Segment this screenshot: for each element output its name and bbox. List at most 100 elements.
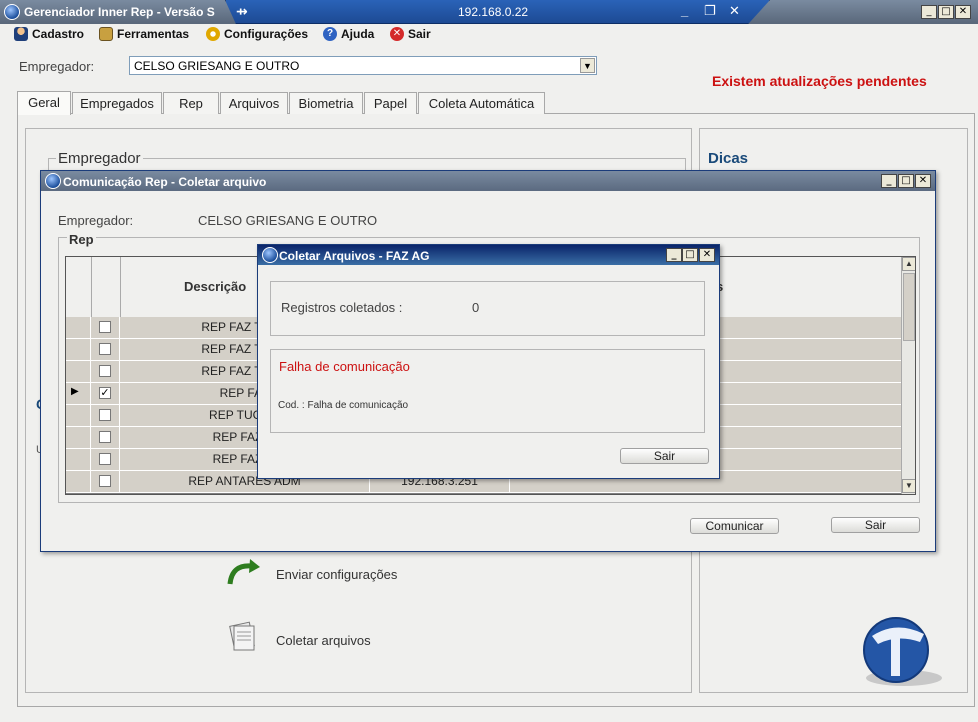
- tab-rep[interactable]: Rep: [163, 92, 219, 114]
- collect-dialog: Coletar Arquivos - FAZ AG _ □ ✕ Registro…: [257, 244, 720, 479]
- remote-desktop-bar: ⇸ 192.168.0.22 _ ❐ ✕: [225, 0, 770, 24]
- records-value: 0: [472, 300, 480, 315]
- comm-sair-button[interactable]: Sair: [831, 517, 920, 533]
- error-box: Falha de comunicação Cod. : Falha de com…: [270, 349, 705, 433]
- row-checkbox[interactable]: [99, 453, 111, 465]
- menu-cadastro[interactable]: Cadastro: [14, 27, 84, 41]
- rdp-restore-button[interactable]: ❐: [704, 3, 716, 19]
- pin-icon[interactable]: ⇸: [236, 3, 248, 20]
- row-indicator[interactable]: [66, 449, 91, 470]
- comm-dialog-title: Comunicação Rep - Coletar arquivo: [63, 175, 267, 189]
- rdp-minimize-button[interactable]: _: [681, 3, 688, 18]
- row-checkbox-cell: ✓: [91, 383, 120, 404]
- collect-dialog-title: Coletar Arquivos - FAZ AG: [279, 249, 430, 263]
- minimize-button[interactable]: _: [921, 5, 937, 19]
- menu-ajuda[interactable]: ? Ajuda: [323, 27, 374, 41]
- tab-empregados[interactable]: Empregados: [72, 92, 162, 114]
- row-checkbox-cell: [91, 339, 120, 360]
- error-detail: Cod. : Falha de comunicação: [278, 400, 409, 411]
- records-box: Registros coletados : 0: [270, 281, 705, 336]
- row-checkbox-cell: [91, 361, 120, 382]
- send-config-action[interactable]: Enviar configurações: [276, 567, 397, 582]
- comm-dialog-titlebar: Comunicação Rep - Coletar arquivo _ □ ✕: [41, 171, 935, 191]
- row-indicator[interactable]: ▶: [66, 383, 91, 404]
- rdp-close-button[interactable]: ✕: [729, 3, 740, 19]
- tab-biometria[interactable]: Biometria: [289, 92, 363, 114]
- row-indicator[interactable]: [66, 339, 91, 360]
- grid-scrollbar[interactable]: ▲ ▼: [901, 257, 915, 494]
- row-indicator[interactable]: [66, 361, 91, 382]
- row-indicator[interactable]: [66, 405, 91, 426]
- updates-notice[interactable]: Existem atualizações pendentes: [712, 73, 927, 89]
- row-checkbox[interactable]: [99, 365, 111, 377]
- app-logo-icon: [4, 4, 20, 20]
- collect-files-icon[interactable]: [226, 620, 260, 656]
- comm-close-button[interactable]: ✕: [915, 174, 931, 188]
- help-icon: ?: [323, 27, 337, 41]
- comm-employer-value: CELSO GRIESANG E OUTRO: [198, 213, 378, 228]
- collect-files-action[interactable]: Coletar arquivos: [276, 633, 371, 648]
- rep-group-title: Rep: [67, 232, 96, 247]
- comm-minimize-button[interactable]: _: [881, 174, 897, 188]
- menu-label: Configurações: [224, 27, 309, 41]
- row-checkbox-cell: [91, 405, 120, 426]
- collect-close-button[interactable]: ✕: [699, 248, 715, 262]
- company-logo: [858, 612, 948, 688]
- menu-sair[interactable]: ✕ Sair: [390, 27, 431, 41]
- row-checkbox[interactable]: [99, 475, 111, 487]
- comunicar-button[interactable]: Comunicar: [690, 518, 779, 534]
- row-checkbox[interactable]: [99, 343, 111, 355]
- tips-title: Dicas: [708, 150, 749, 167]
- row-checkbox-cell: [91, 471, 120, 492]
- empregador-group-title: Empregador: [56, 150, 143, 167]
- scroll-up-arrow[interactable]: ▲: [902, 257, 915, 271]
- menu-label: Ajuda: [341, 27, 375, 41]
- collect-maximize-button[interactable]: □: [682, 248, 698, 262]
- employer-label: Empregador:: [19, 59, 95, 74]
- row-checkbox[interactable]: [99, 409, 111, 421]
- row-checkbox[interactable]: [99, 321, 111, 333]
- exit-icon: ✕: [390, 27, 404, 41]
- employer-select[interactable]: CELSO GRIESANG E OUTRO ▼: [129, 56, 597, 75]
- scroll-thumb[interactable]: [903, 273, 915, 341]
- app-logo-icon: [262, 247, 278, 263]
- close-button[interactable]: ✕: [955, 5, 971, 19]
- menu-ferramentas[interactable]: Ferramentas: [99, 27, 189, 41]
- tools-icon: [99, 27, 113, 41]
- employer-select-value: CELSO GRIESANG E OUTRO: [134, 59, 300, 73]
- maximize-button[interactable]: □: [938, 5, 954, 19]
- menu-bar: Cadastro Ferramentas Configurações ? Aju…: [0, 24, 978, 46]
- menu-label: Sair: [408, 27, 431, 41]
- scroll-down-arrow[interactable]: ▼: [902, 479, 915, 493]
- column-descricao[interactable]: Descrição: [184, 279, 246, 294]
- person-icon: [14, 27, 28, 41]
- row-checkbox-cell: [91, 317, 120, 338]
- row-indicator[interactable]: [66, 471, 91, 492]
- row-indicator[interactable]: [66, 317, 91, 338]
- menu-label: Ferramentas: [117, 27, 190, 41]
- window-title: Gerenciador Inner Rep - Versão S: [24, 5, 215, 19]
- row-checkbox-cell: [91, 427, 120, 448]
- remote-ip: 192.168.0.22: [458, 5, 529, 19]
- collect-sair-button[interactable]: Sair: [620, 448, 709, 464]
- tab-papel[interactable]: Papel: [364, 92, 417, 114]
- tab-coleta-automatica[interactable]: Coleta Automática: [418, 92, 545, 114]
- app-logo-icon: [45, 173, 61, 189]
- gear-icon: [206, 27, 220, 41]
- menu-configuracoes[interactable]: Configurações: [206, 27, 308, 41]
- collect-dialog-titlebar: Coletar Arquivos - FAZ AG _ □ ✕: [258, 245, 719, 265]
- send-config-icon[interactable]: [224, 556, 264, 592]
- comm-employer-label: Empregador:: [58, 213, 134, 228]
- row-checkbox[interactable]: [99, 431, 111, 443]
- tab-arquivos[interactable]: Arquivos: [220, 92, 288, 114]
- chevron-down-icon[interactable]: ▼: [580, 58, 595, 73]
- records-label: Registros coletados :: [281, 300, 403, 315]
- tab-geral[interactable]: Geral: [17, 91, 71, 115]
- row-pointer-icon: ▶: [71, 386, 79, 397]
- row-checkbox-cell: [91, 449, 120, 470]
- comm-maximize-button[interactable]: □: [898, 174, 914, 188]
- collect-minimize-button[interactable]: _: [666, 248, 682, 262]
- menu-label: Cadastro: [32, 27, 85, 41]
- row-checkbox[interactable]: ✓: [99, 387, 111, 399]
- row-indicator[interactable]: [66, 427, 91, 448]
